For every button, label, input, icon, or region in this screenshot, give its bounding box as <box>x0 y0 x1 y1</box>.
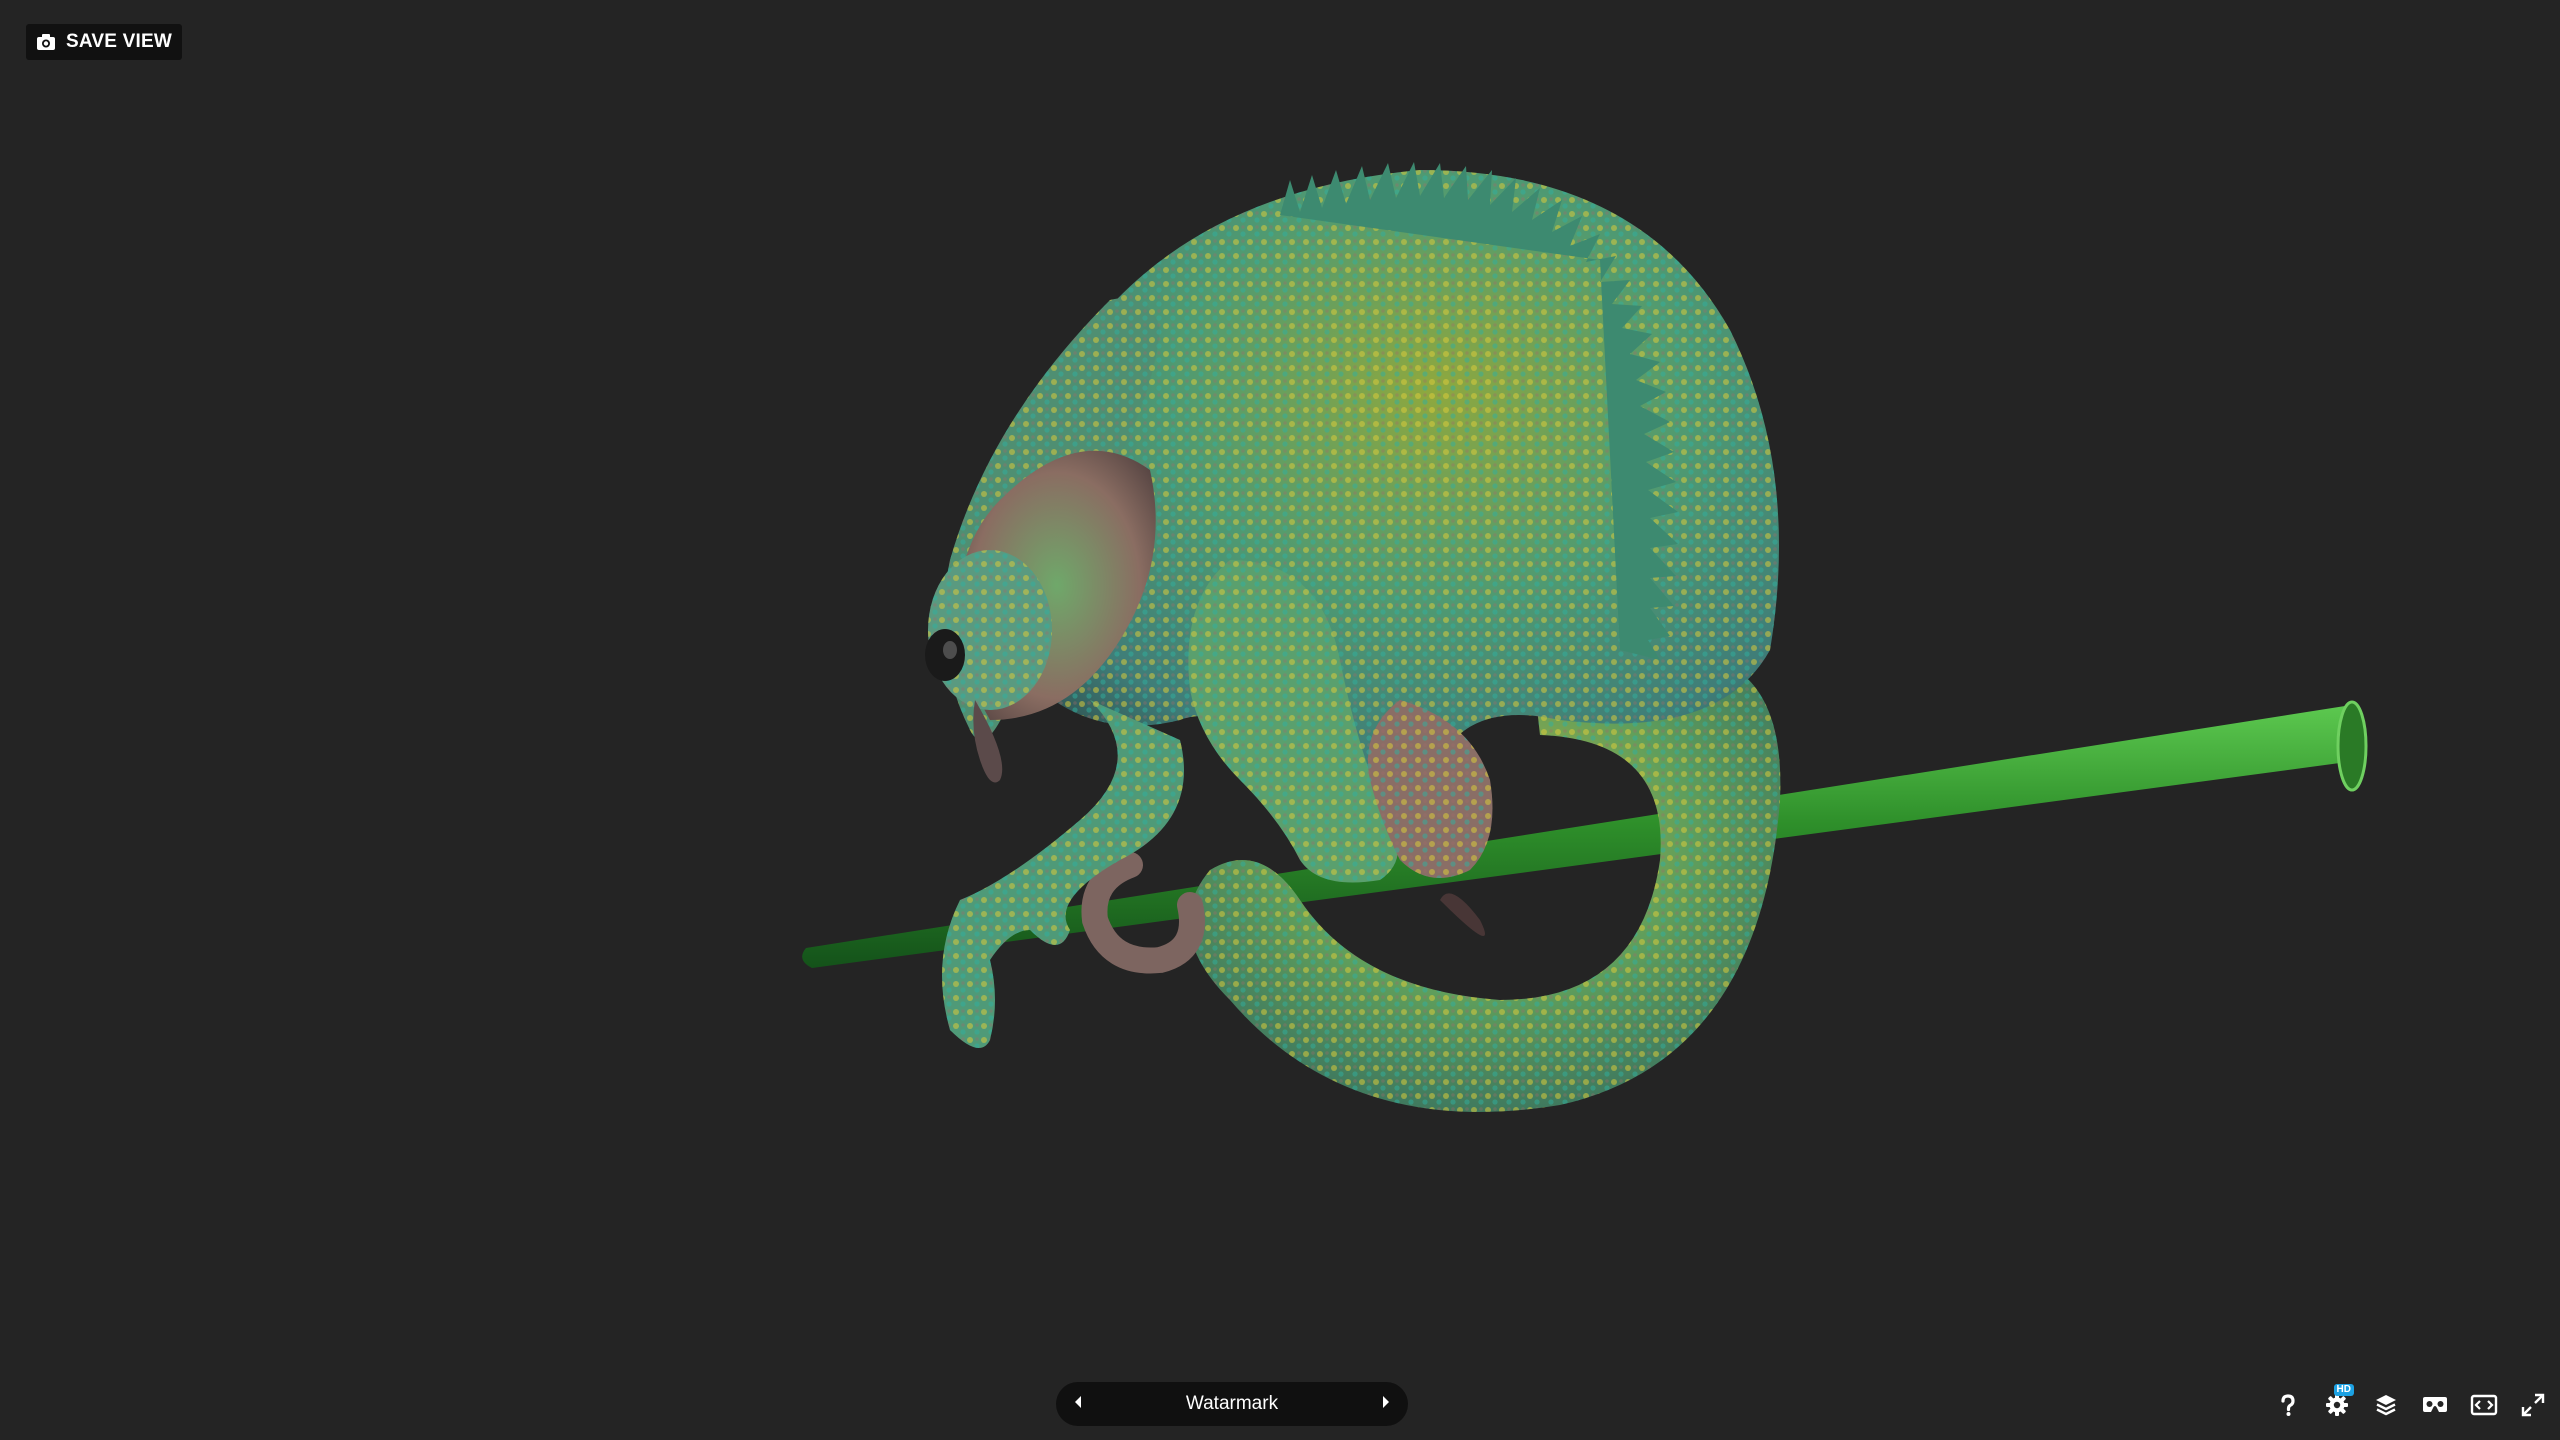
model-canvas[interactable] <box>0 0 2560 1440</box>
next-annotation-button[interactable] <box>1364 1382 1408 1426</box>
gear-icon <box>2325 1393 2349 1417</box>
camera-icon <box>36 32 56 52</box>
layers-icon <box>2374 1393 2398 1417</box>
vr-button[interactable] <box>2417 1388 2452 1423</box>
chevron-left-icon <box>1073 1395 1083 1414</box>
layers-button[interactable] <box>2368 1388 2403 1423</box>
annotation-title[interactable]: Watarmark <box>1100 1393 1364 1415</box>
save-view-button[interactable]: SAVE VIEW <box>26 24 182 60</box>
prev-annotation-button[interactable] <box>1056 1382 1100 1426</box>
viewer-toolbar: HD <box>2270 1383 2550 1424</box>
fullscreen-icon <box>2521 1393 2545 1417</box>
question-icon <box>2279 1393 2297 1417</box>
embed-code-icon <box>2470 1394 2498 1416</box>
model-viewer[interactable]: SAVE VIEW Watarmark HD <box>0 0 2560 1440</box>
vr-headset-icon <box>2421 1395 2449 1415</box>
settings-button[interactable]: HD <box>2319 1383 2354 1423</box>
help-button[interactable] <box>2270 1388 2305 1423</box>
hd-badge: HD <box>2333 1383 2354 1396</box>
fullscreen-button[interactable] <box>2515 1388 2550 1423</box>
embed-button[interactable] <box>2466 1388 2501 1423</box>
chevron-right-icon <box>1381 1395 1391 1414</box>
annotation-navigator: Watarmark <box>1056 1382 1408 1426</box>
save-view-label: SAVE VIEW <box>66 31 172 52</box>
